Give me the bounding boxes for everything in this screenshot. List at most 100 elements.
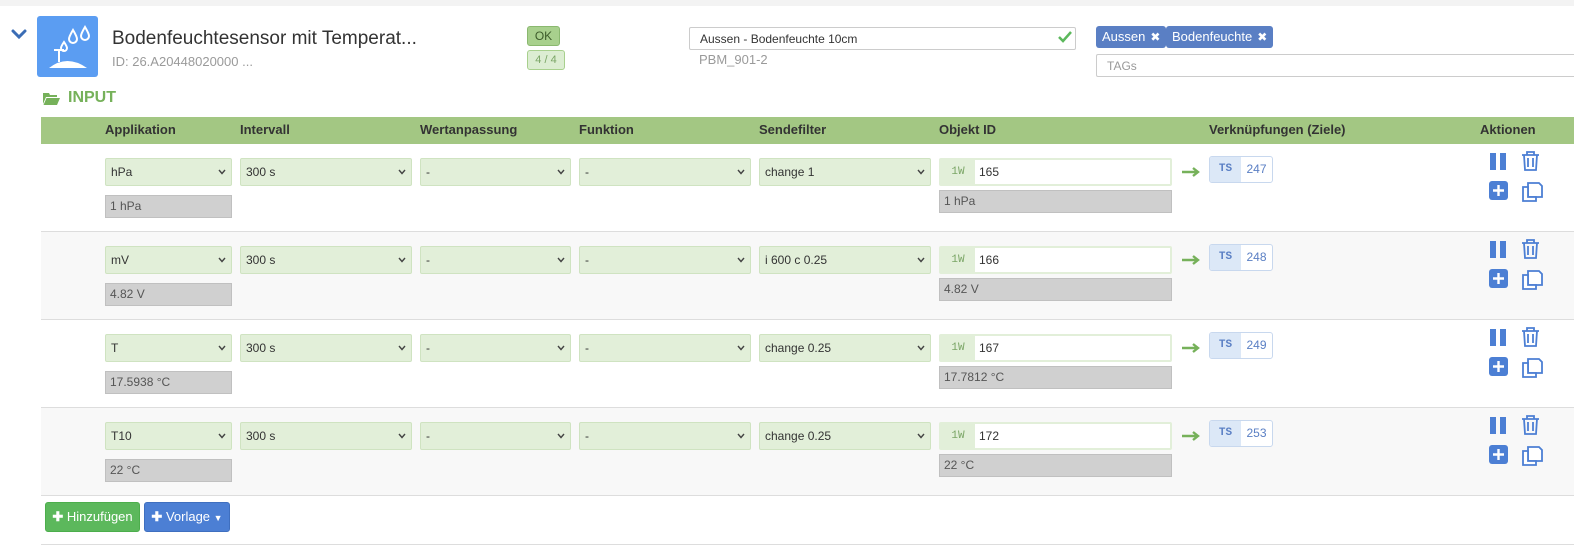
objekt-id-prefix: 1W: [941, 336, 975, 360]
target-link[interactable]: TS 247: [1209, 156, 1273, 183]
copy-icon[interactable]: [1521, 180, 1543, 202]
column-applikation[interactable]: Applikation: [105, 122, 176, 137]
trash-icon[interactable]: [1521, 327, 1540, 347]
wertanpassung-select[interactable]: -: [420, 422, 571, 450]
table-row: T10 22 °C 300 s - - change 0.25 1W 172 22…: [41, 408, 1574, 496]
applikation-value: 1 hPa: [105, 195, 232, 218]
applikation-select[interactable]: hPa: [105, 158, 232, 186]
objekt-id-value: 166: [979, 253, 1000, 267]
trash-icon[interactable]: [1521, 151, 1540, 171]
applikation-select[interactable]: mV: [105, 246, 232, 274]
chevron-down-icon: [557, 345, 565, 351]
table-header: Applikation Intervall Wertanpassung Funk…: [41, 117, 1574, 144]
applikation-select[interactable]: T: [105, 334, 232, 362]
column-aktionen[interactable]: Aktionen: [1480, 122, 1536, 137]
plus-icon: ✚: [52, 509, 64, 524]
target-link[interactable]: TS 249: [1209, 332, 1273, 359]
remove-tag-icon[interactable]: ✖: [1257, 30, 1267, 44]
copy-icon[interactable]: [1521, 444, 1543, 466]
add-icon[interactable]: [1489, 357, 1508, 376]
objekt-id-input[interactable]: 1W 165: [939, 158, 1172, 186]
column-sendefilter[interactable]: Sendefilter: [759, 122, 826, 137]
select-value: change 1: [765, 165, 815, 179]
chevron-down-icon: [917, 169, 925, 175]
sendefilter-select[interactable]: change 0.25: [759, 334, 931, 362]
divider: [41, 544, 1574, 545]
chevron-down-icon: [737, 345, 745, 351]
select-value: hPa: [111, 165, 133, 179]
column-funktion[interactable]: Funktion: [579, 122, 634, 137]
select-value: 300 s: [246, 341, 276, 355]
table-row: T 17.5938 °C 300 s - - change 0.25 1W 167…: [41, 320, 1574, 408]
add-button[interactable]: ✚ Hinzufügen: [45, 502, 140, 532]
target-type: TS: [1210, 421, 1241, 446]
funktion-select[interactable]: -: [579, 158, 751, 186]
copy-icon[interactable]: [1521, 268, 1543, 290]
target-type: TS: [1210, 245, 1241, 270]
target-link[interactable]: TS 253: [1209, 420, 1273, 447]
objekt-id-input[interactable]: 1W 166: [939, 246, 1172, 274]
sendefilter-select[interactable]: change 1: [759, 158, 931, 186]
objekt-value: 1 hPa: [939, 190, 1172, 213]
trash-icon[interactable]: [1521, 239, 1540, 259]
column-objekt-id[interactable]: Objekt ID: [939, 122, 996, 137]
pause-icon[interactable]: [1489, 328, 1508, 347]
pause-icon[interactable]: [1489, 416, 1508, 435]
pause-icon[interactable]: [1489, 152, 1508, 171]
intervall-select[interactable]: 300 s: [240, 334, 412, 362]
chevron-down-icon[interactable]: [11, 28, 27, 40]
column-intervall[interactable]: Intervall: [240, 122, 290, 137]
add-icon[interactable]: [1489, 445, 1508, 464]
add-icon[interactable]: [1489, 181, 1508, 200]
target-type: TS: [1210, 333, 1241, 358]
target-id: 249: [1246, 338, 1267, 352]
trash-icon[interactable]: [1521, 415, 1540, 435]
column-verknuepfungen[interactable]: Verknüpfungen (Ziele): [1209, 122, 1346, 137]
tag-aussen[interactable]: Aussen ✖: [1096, 26, 1167, 48]
wertanpassung-select[interactable]: -: [420, 158, 571, 186]
table-row: mV 4.82 V 300 s - - i 600 c 0.25 1W 166 4…: [41, 232, 1574, 320]
device-name: Bodenfeuchtesensor mit Temperat...: [112, 28, 417, 49]
intervall-select[interactable]: 300 s: [240, 158, 412, 186]
select-value: -: [585, 341, 589, 355]
applikation-value: 4.82 V: [105, 283, 232, 306]
remove-tag-icon[interactable]: ✖: [1150, 30, 1160, 44]
chevron-down-icon: [398, 257, 406, 263]
tags-input[interactable]: [1096, 54, 1574, 77]
chevron-down-icon: [218, 433, 226, 439]
chevron-down-icon: [557, 169, 565, 175]
arrow-right-icon: [1182, 343, 1200, 353]
intervall-select[interactable]: 300 s: [240, 422, 412, 450]
objekt-value: 4.82 V: [939, 278, 1172, 301]
target-link[interactable]: TS 248: [1209, 244, 1273, 271]
funktion-select[interactable]: -: [579, 334, 751, 362]
intervall-select[interactable]: 300 s: [240, 246, 412, 274]
objekt-id-input[interactable]: 1W 172: [939, 422, 1172, 450]
template-dropdown-button[interactable]: ✚ Vorlage ▼: [144, 502, 230, 532]
wertanpassung-select[interactable]: -: [420, 246, 571, 274]
pause-icon[interactable]: [1489, 240, 1508, 259]
sendefilter-select[interactable]: i 600 c 0.25: [759, 246, 931, 274]
target-id: 248: [1246, 250, 1267, 264]
tag-bodenfeuchte[interactable]: Bodenfeuchte ✖: [1166, 26, 1274, 48]
applikation-select[interactable]: T10: [105, 422, 232, 450]
top-strip: [0, 0, 1574, 6]
add-button-label: Hinzufügen: [66, 509, 133, 524]
objekt-id-input[interactable]: 1W 167: [939, 334, 1172, 362]
funktion-select[interactable]: -: [579, 422, 751, 450]
soil-moisture-device-icon: [37, 16, 98, 77]
chevron-down-icon: [737, 257, 745, 263]
funktion-select[interactable]: -: [579, 246, 751, 274]
copy-icon[interactable]: [1521, 356, 1543, 378]
objekt-id-prefix: 1W: [941, 248, 975, 272]
objekt-id-value: 172: [979, 429, 1000, 443]
column-wertanpassung[interactable]: Wertanpassung: [420, 122, 517, 137]
objekt-value: 22 °C: [939, 454, 1172, 477]
select-value: -: [426, 429, 430, 443]
table-row: hPa 1 hPa 300 s - - change 1 1W 165 1 hPa…: [41, 144, 1574, 232]
sendefilter-select[interactable]: change 0.25: [759, 422, 931, 450]
select-value: mV: [111, 253, 129, 267]
device-display-name-input[interactable]: [689, 27, 1076, 50]
wertanpassung-select[interactable]: -: [420, 334, 571, 362]
add-icon[interactable]: [1489, 269, 1508, 288]
